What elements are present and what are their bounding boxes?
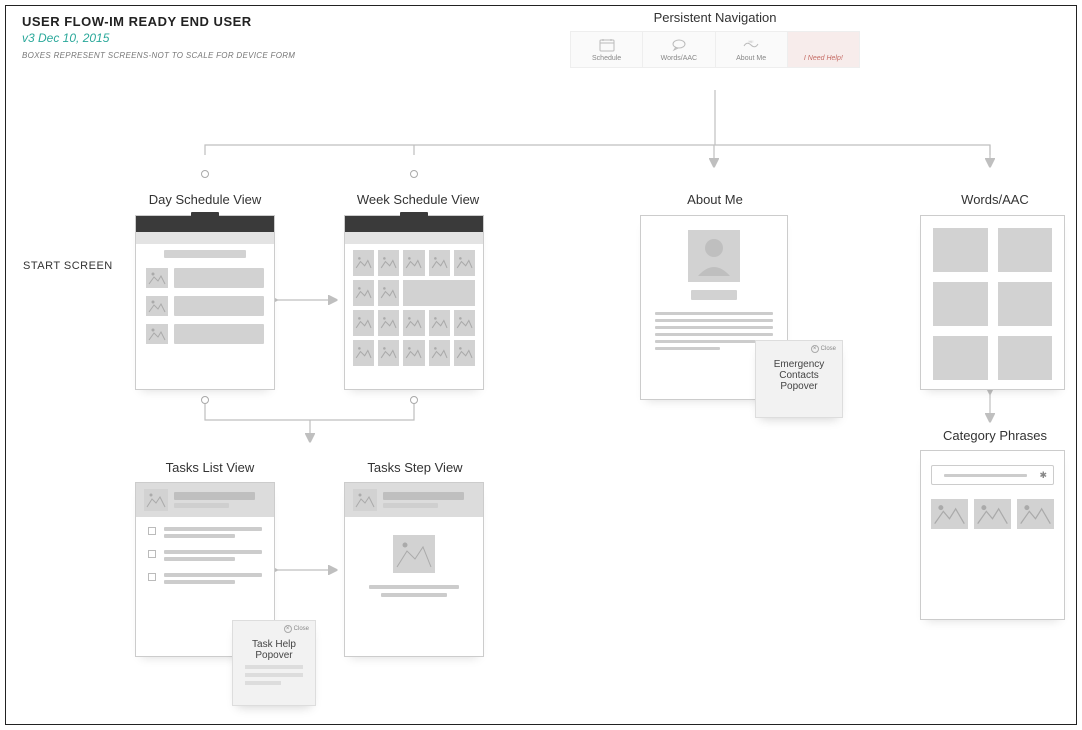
popover-text: Emergency bbox=[764, 359, 834, 370]
screen-day bbox=[135, 215, 275, 390]
start-screen-label: START SCREEN bbox=[23, 260, 113, 272]
close-label: Close bbox=[821, 346, 836, 352]
image-icon bbox=[931, 499, 968, 529]
gear-icon: ✱ bbox=[1039, 470, 1047, 481]
image-icon bbox=[403, 310, 424, 336]
task-header bbox=[345, 483, 483, 517]
screen-category: ✱ bbox=[920, 450, 1065, 620]
nav-help: I Need Help! bbox=[788, 32, 859, 67]
screen-title-tasks-list: Tasks List View bbox=[150, 460, 270, 475]
popover-text: Task Help bbox=[241, 639, 307, 650]
grid-tile bbox=[998, 228, 1053, 272]
start-node bbox=[201, 396, 209, 404]
image-icon bbox=[353, 489, 377, 511]
image-icon bbox=[393, 535, 435, 573]
nav-label: About Me bbox=[736, 55, 766, 62]
image-icon bbox=[403, 250, 424, 276]
close-icon: × bbox=[811, 345, 819, 353]
popover-text: Popover bbox=[764, 381, 834, 392]
persistent-nav-bar: Schedule Words/AAC Hi! About Me I Need H… bbox=[570, 31, 860, 68]
persistent-nav: Persistent Navigation Schedule Words/AAC… bbox=[570, 10, 860, 68]
grid-tile bbox=[998, 282, 1053, 326]
doc-subtitle: v3 Dec 10, 2015 bbox=[22, 31, 295, 45]
popover-text: Contacts bbox=[764, 370, 834, 381]
image-icon bbox=[403, 340, 424, 366]
screen-title-about: About Me bbox=[670, 192, 760, 207]
image-icon bbox=[378, 280, 399, 306]
image-icon bbox=[429, 340, 450, 366]
image-icon bbox=[353, 310, 374, 336]
calendar-icon bbox=[598, 38, 616, 52]
popover-text: Popover bbox=[241, 650, 307, 661]
titlebar bbox=[136, 216, 274, 232]
nav-label: Schedule bbox=[592, 55, 621, 62]
start-node bbox=[201, 170, 209, 178]
screen-words bbox=[920, 215, 1065, 390]
popover-emergency: ×Close Emergency Contacts Popover bbox=[755, 340, 843, 418]
grid-tile bbox=[933, 228, 988, 272]
close-button: ×Close bbox=[811, 345, 836, 353]
image-icon bbox=[1017, 499, 1054, 529]
screen-week bbox=[344, 215, 484, 390]
subbar bbox=[136, 232, 274, 244]
checkbox-icon bbox=[148, 573, 156, 581]
header-block: USER FLOW-IM READY END USER v3 Dec 10, 2… bbox=[22, 14, 295, 60]
speech-icon bbox=[670, 38, 688, 52]
image-icon bbox=[429, 250, 450, 276]
screen-title-category: Category Phrases bbox=[935, 428, 1055, 443]
image-icon bbox=[353, 280, 374, 306]
grid-tile bbox=[998, 336, 1053, 380]
image-icon bbox=[454, 250, 475, 276]
image-icon bbox=[454, 340, 475, 366]
popover-task-help: ×Close Task Help Popover bbox=[232, 620, 316, 706]
wave-icon: Hi! bbox=[742, 38, 760, 52]
image-icon bbox=[454, 310, 475, 336]
nav-schedule: Schedule bbox=[571, 32, 643, 67]
nav-about: Hi! About Me bbox=[716, 32, 788, 67]
grid-tile bbox=[933, 336, 988, 380]
image-icon bbox=[146, 324, 168, 344]
start-node bbox=[410, 170, 418, 178]
search-field: ✱ bbox=[931, 465, 1054, 485]
image-icon bbox=[403, 280, 475, 306]
image-icon bbox=[429, 310, 450, 336]
close-label: Close bbox=[294, 626, 309, 632]
nav-label: Words/AAC bbox=[661, 55, 697, 62]
checkbox-icon bbox=[148, 550, 156, 558]
image-icon bbox=[974, 499, 1011, 529]
close-icon: × bbox=[284, 625, 292, 633]
image-icon bbox=[353, 250, 374, 276]
screen-title-words: Words/AAC bbox=[950, 192, 1040, 207]
image-icon bbox=[378, 310, 399, 336]
close-button: ×Close bbox=[284, 625, 309, 633]
screen-tasks-step bbox=[344, 482, 484, 657]
doc-title: USER FLOW-IM READY END USER bbox=[22, 14, 295, 29]
persistent-nav-title: Persistent Navigation bbox=[570, 10, 860, 25]
grid-tile bbox=[933, 282, 988, 326]
screen-title-day: Day Schedule View bbox=[140, 192, 270, 207]
help-icon bbox=[814, 38, 832, 52]
screen-title-tasks-step: Tasks Step View bbox=[355, 460, 475, 475]
subbar bbox=[345, 232, 483, 244]
svg-text:Hi!: Hi! bbox=[749, 39, 754, 44]
task-header bbox=[136, 483, 274, 517]
screen-title-week: Week Schedule View bbox=[348, 192, 488, 207]
image-icon bbox=[146, 268, 168, 288]
nav-words: Words/AAC bbox=[643, 32, 715, 67]
image-icon bbox=[353, 340, 374, 366]
nav-label: I Need Help! bbox=[804, 55, 843, 62]
image-icon bbox=[378, 250, 399, 276]
start-node bbox=[410, 396, 418, 404]
image-icon bbox=[146, 296, 168, 316]
checkbox-icon bbox=[148, 527, 156, 535]
titlebar bbox=[345, 216, 483, 232]
avatar-icon bbox=[688, 230, 740, 282]
image-icon bbox=[144, 489, 168, 511]
image-icon bbox=[378, 340, 399, 366]
doc-note: BOXES REPRESENT SCREENS-NOT TO SCALE FOR… bbox=[22, 51, 295, 60]
